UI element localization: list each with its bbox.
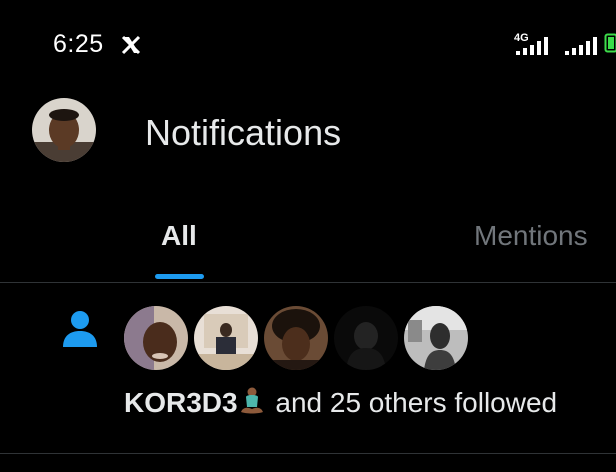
- tab-active-indicator: [155, 274, 204, 279]
- notification-message: and 25 others followed: [267, 387, 558, 418]
- follower-name[interactable]: KOR3D3: [124, 387, 238, 418]
- page-title: Notifications: [145, 112, 342, 153]
- signal-icon: [516, 37, 548, 55]
- notification-text: KOR3D3 and 25 others followed: [124, 387, 557, 419]
- tab-all[interactable]: All: [161, 220, 197, 252]
- tab-mentions[interactable]: Mentions: [474, 220, 588, 252]
- status-time: 6:25: [53, 30, 104, 58]
- profile-avatar[interactable]: [32, 98, 96, 162]
- battery-icon: [604, 33, 616, 53]
- follower-avatar[interactable]: [194, 306, 258, 370]
- status-bar: 6:25 4G: [0, 0, 616, 90]
- x-logo-icon: [121, 35, 141, 55]
- follower-avatar[interactable]: [264, 306, 328, 370]
- notification-item[interactable]: KOR3D3 and 25 others followed: [0, 283, 616, 454]
- signal-icon: [565, 37, 597, 55]
- person-icon: [63, 311, 97, 347]
- follower-avatar[interactable]: [404, 306, 468, 370]
- follower-avatar[interactable]: [334, 306, 398, 370]
- header: Notifications: [0, 90, 616, 180]
- tab-bar: All Mentions: [0, 205, 616, 283]
- person-in-lotus-position-icon: [240, 387, 263, 414]
- follower-avatar[interactable]: [124, 306, 188, 370]
